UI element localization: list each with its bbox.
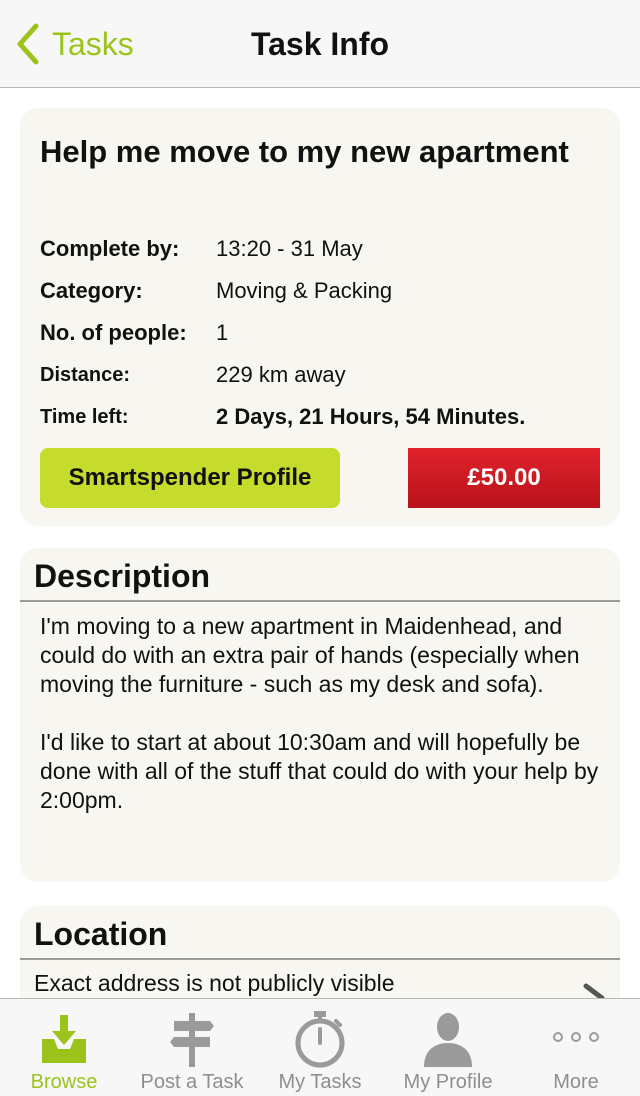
tab-label: More — [553, 1071, 599, 1093]
page-title: Task Info — [250, 26, 390, 62]
location-header: Location — [20, 906, 620, 960]
task-info-card: Help me move to my new apartment Complet… — [20, 108, 620, 526]
detail-value: 2 Days, 21 Hours, 54 Minutes. — [216, 404, 526, 429]
description-card: Description I'm moving to a new apartmen… — [20, 548, 620, 882]
description-text: I'm moving to a new apartment in Maidenh… — [40, 613, 599, 813]
signpost-icon — [170, 1013, 214, 1067]
tab-label: Post a Task — [140, 1071, 244, 1093]
tab-bar: Browse Post a Task My Tasks My Profile M… — [0, 998, 640, 1096]
description-header: Description — [20, 548, 620, 602]
task-title: Help me move to my new apartment — [40, 134, 569, 169]
tab-my-profile[interactable]: My Profile — [384, 999, 512, 1096]
detail-label: Complete by: — [40, 236, 180, 261]
tab-label: My Profile — [403, 1071, 493, 1093]
navigation-bar: Tasks Task Info — [0, 0, 640, 88]
tab-label: Browse — [30, 1071, 98, 1093]
detail-value: 229 km away — [216, 362, 346, 387]
tab-browse[interactable]: Browse — [0, 999, 128, 1096]
detail-value: 1 — [216, 320, 229, 345]
detail-label: Time left: — [40, 406, 129, 428]
person-icon — [424, 1013, 472, 1067]
smartspender-profile-button[interactable]: Smartspender Profile — [40, 448, 340, 508]
tab-post-a-task[interactable]: Post a Task — [128, 999, 256, 1096]
more-dots-icon — [553, 1032, 599, 1042]
detail-value: 13:20 - 31 May — [216, 236, 363, 261]
location-note: Exact address is not publicly visible — [34, 970, 395, 996]
section-heading: Location — [34, 916, 168, 952]
detail-label: Category: — [40, 278, 143, 303]
price-button[interactable]: £50.00 — [408, 448, 600, 508]
section-heading: Description — [34, 558, 211, 594]
browse-inbox-icon — [42, 1015, 86, 1063]
detail-label: Distance: — [40, 364, 131, 386]
detail-label: No. of people: — [40, 320, 187, 345]
tab-more[interactable]: More — [512, 999, 640, 1096]
detail-value: Moving & Packing — [216, 278, 393, 303]
tab-my-tasks[interactable]: My Tasks — [256, 999, 384, 1096]
stopwatch-icon — [295, 1011, 345, 1068]
tab-label: My Tasks — [278, 1071, 362, 1093]
